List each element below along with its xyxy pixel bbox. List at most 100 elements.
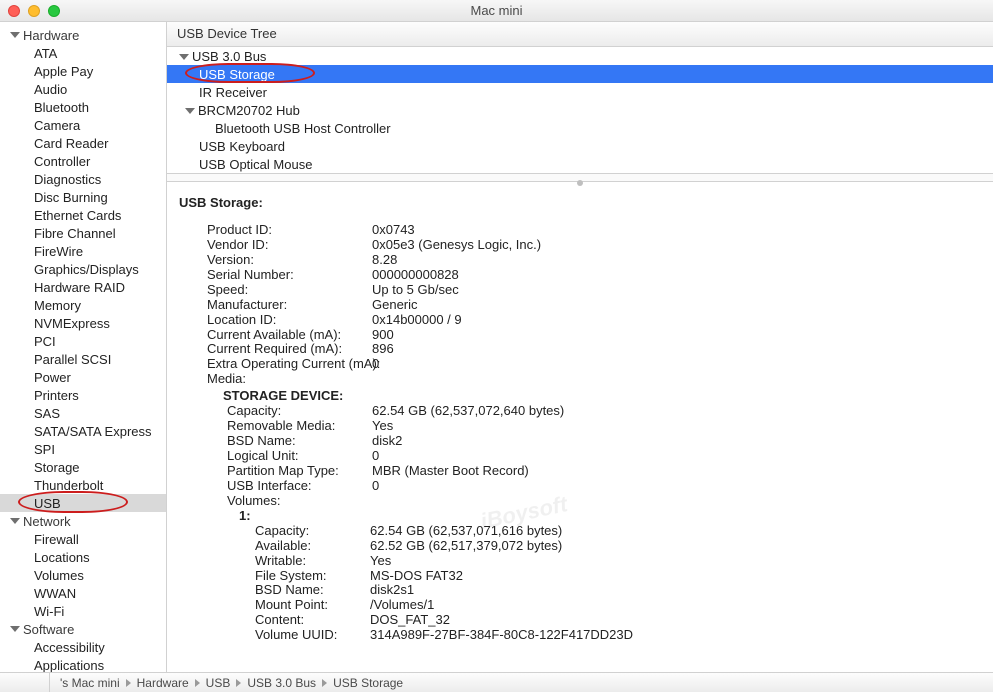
sidebar-item[interactable]: Applications — [0, 656, 166, 672]
detail-key: Volume UUID: — [255, 628, 370, 643]
sidebar-item[interactable]: Power — [0, 368, 166, 386]
sidebar-item[interactable]: Bluetooth — [0, 98, 166, 116]
sidebar-item[interactable]: Fibre Channel — [0, 224, 166, 242]
sidebar[interactable]: HardwareATAApple PayAudioBluetoothCamera… — [0, 22, 167, 672]
detail-value: 62.54 GB (62,537,072,640 bytes) — [372, 404, 564, 419]
detail-value: 0 — [372, 449, 379, 464]
detail-value: /Volumes/1 — [370, 598, 434, 613]
volume-name: 1: — [239, 509, 983, 524]
sidebar-section[interactable]: Network — [0, 512, 166, 530]
breadcrumb-segment[interactable]: USB — [206, 676, 231, 690]
detail-row: BSD Name:disk2 — [207, 434, 983, 449]
sidebar-item[interactable]: SAS — [0, 404, 166, 422]
detail-key: USB Interface: — [227, 479, 372, 494]
detail-value: disk2s1 — [370, 583, 414, 598]
tree-row[interactable]: USB 3.0 Bus — [167, 47, 993, 65]
tree-row[interactable]: USB Storage — [167, 65, 993, 83]
detail-key: Version: — [207, 253, 372, 268]
detail-value: 62.54 GB (62,537,071,616 bytes) — [370, 524, 562, 539]
sidebar-item[interactable]: Wi-Fi — [0, 602, 166, 620]
detail-key: Current Required (mA): — [207, 342, 372, 357]
sidebar-item[interactable]: Memory — [0, 296, 166, 314]
sidebar-item[interactable]: Volumes — [0, 566, 166, 584]
tree-row[interactable]: USB Optical Mouse — [167, 155, 993, 173]
breadcrumb-segment[interactable]: Hardware — [137, 676, 189, 690]
device-tree[interactable]: USB 3.0 Bus USB StorageIR Receiver BRCM207… — [167, 47, 993, 174]
sidebar-item[interactable]: SPI — [0, 440, 166, 458]
detail-row: Removable Media:Yes — [207, 419, 983, 434]
detail-key: Location ID: — [207, 313, 372, 328]
detail-key: File System: — [255, 569, 370, 584]
detail-value: 0x05e3 (Genesys Logic, Inc.) — [372, 238, 541, 253]
detail-row: Partition Map Type:MBR (Master Boot Reco… — [207, 464, 983, 479]
sidebar-item[interactable]: ATA — [0, 44, 166, 62]
media-name: STORAGE DEVICE: — [223, 389, 983, 404]
detail-key: Product ID: — [207, 223, 372, 238]
sidebar-item[interactable]: WWAN — [0, 584, 166, 602]
details-heading: USB Storage: — [179, 196, 983, 211]
sidebar-item[interactable]: Controller — [0, 152, 166, 170]
tree-row[interactable]: BRCM20702 Hub — [167, 101, 993, 119]
sidebar-item[interactable]: Parallel SCSI — [0, 350, 166, 368]
sidebar-section[interactable]: Software — [0, 620, 166, 638]
chevron-down-icon — [10, 32, 20, 38]
detail-value: 314A989F-27BF-384F-80C8-122F417DD23D — [370, 628, 633, 643]
sidebar-item[interactable]: PCI — [0, 332, 166, 350]
sidebar-item[interactable]: Card Reader — [0, 134, 166, 152]
detail-key: BSD Name: — [227, 434, 372, 449]
detail-row: Product ID:0x0743 — [207, 223, 983, 238]
breadcrumb-segment[interactable]: USB Storage — [333, 676, 403, 690]
sidebar-item[interactable]: Accessibility — [0, 638, 166, 656]
breadcrumb-segment[interactable]: USB 3.0 Bus — [247, 676, 316, 690]
detail-value: Yes — [372, 419, 393, 434]
sidebar-item[interactable]: Thunderbolt — [0, 476, 166, 494]
sidebar-item[interactable]: Storage — [0, 458, 166, 476]
tree-row-label: BRCM20702 Hub — [198, 103, 300, 118]
detail-row: Speed:Up to 5 Gb/sec — [207, 283, 983, 298]
detail-row: Current Required (mA):896 — [207, 342, 983, 357]
tree-row-label: USB Storage — [199, 67, 275, 82]
sidebar-item[interactable]: Ethernet Cards — [0, 206, 166, 224]
sidebar-item[interactable]: Apple Pay — [0, 62, 166, 80]
detail-key: Vendor ID: — [207, 238, 372, 253]
titlebar: Mac mini — [0, 0, 993, 22]
content-header: USB Device Tree — [167, 22, 993, 47]
chevron-right-icon — [195, 679, 200, 687]
sidebar-item[interactable]: NVMExpress — [0, 314, 166, 332]
sidebar-section-label: Hardware — [23, 28, 79, 43]
detail-row: Capacity:62.54 GB (62,537,072,640 bytes) — [207, 404, 983, 419]
detail-value: MS-DOS FAT32 — [370, 569, 463, 584]
breadcrumb[interactable]: 's Mac mini Hardware USB USB 3.0 Bus USB Sto… — [50, 676, 407, 690]
tree-row[interactable]: IR Receiver — [167, 83, 993, 101]
split-handle[interactable] — [167, 174, 993, 182]
window-title: Mac mini — [0, 3, 993, 18]
detail-row: Logical Unit:0 — [207, 449, 983, 464]
detail-row: Current Available (mA):900 — [207, 328, 983, 343]
sidebar-item[interactable]: Hardware RAID — [0, 278, 166, 296]
sidebar-item[interactable]: Audio — [0, 80, 166, 98]
sidebar-item[interactable]: SATA/SATA Express — [0, 422, 166, 440]
sidebar-item[interactable]: Firewall — [0, 530, 166, 548]
detail-value: 0x0743 — [372, 223, 415, 238]
sidebar-item[interactable]: FireWire — [0, 242, 166, 260]
sidebar-item[interactable]: USB — [0, 494, 166, 512]
detail-key: Writable: — [255, 554, 370, 569]
sidebar-item[interactable]: Diagnostics — [0, 170, 166, 188]
sidebar-item[interactable]: Locations — [0, 548, 166, 566]
sidebar-item[interactable]: Printers — [0, 386, 166, 404]
sidebar-section-label: Software — [23, 622, 74, 637]
detail-value: 0 — [372, 479, 379, 494]
sidebar-item[interactable]: Camera — [0, 116, 166, 134]
detail-row: File System:MS-DOS FAT32 — [207, 569, 983, 584]
chevron-down-icon — [179, 54, 189, 60]
sidebar-item[interactable]: Graphics/Displays — [0, 260, 166, 278]
detail-value: Generic — [372, 298, 418, 313]
tree-row-label: USB Optical Mouse — [199, 157, 312, 172]
breadcrumb-segment[interactable]: 's Mac mini — [60, 676, 120, 690]
detail-value: Up to 5 Gb/sec — [372, 283, 459, 298]
sidebar-item[interactable]: Disc Burning — [0, 188, 166, 206]
sidebar-section[interactable]: Hardware — [0, 26, 166, 44]
tree-row[interactable]: USB Keyboard — [167, 137, 993, 155]
detail-row: Location ID:0x14b00000 / 9 — [207, 313, 983, 328]
tree-row[interactable]: Bluetooth USB Host Controller — [167, 119, 993, 137]
